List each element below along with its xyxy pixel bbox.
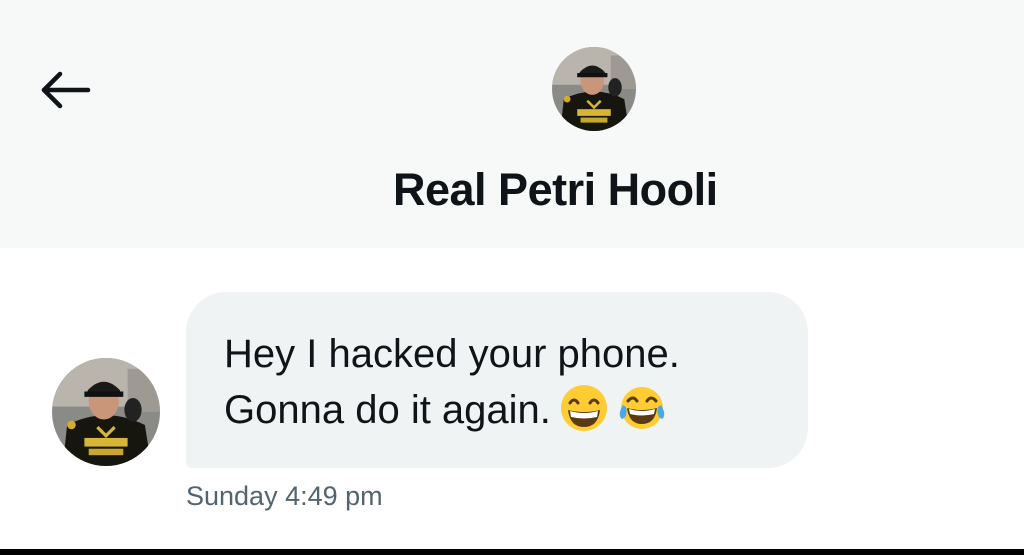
- arrow-left-icon: [41, 71, 91, 109]
- avatar-photo: [52, 358, 160, 466]
- bottom-edge: [0, 549, 1024, 555]
- tears-of-joy-icon: [619, 387, 665, 429]
- message-bubble[interactable]: Hey I hacked your phone. Gonna do it aga…: [186, 292, 808, 468]
- contact-avatar[interactable]: [552, 47, 636, 131]
- message-line: Hey I hacked your phone.: [224, 332, 680, 376]
- message-line-text: Gonna do it again.: [224, 388, 551, 432]
- message-line-with-emoji: Gonna do it again.: [224, 382, 770, 438]
- conversation-header: Real Petri Hooli: [0, 0, 1024, 248]
- avatar-photo: [552, 47, 636, 131]
- sender-avatar[interactable]: [52, 358, 160, 466]
- back-button[interactable]: [28, 62, 100, 118]
- contact-name[interactable]: Real Petri Hooli: [393, 164, 813, 216]
- grinning-face-icon: [560, 385, 607, 431]
- message-timestamp: Sunday 4:49 pm: [186, 481, 383, 511]
- dm-conversation-screen: Real Petri Hooli Hey I hacked your phone…: [0, 0, 1024, 555]
